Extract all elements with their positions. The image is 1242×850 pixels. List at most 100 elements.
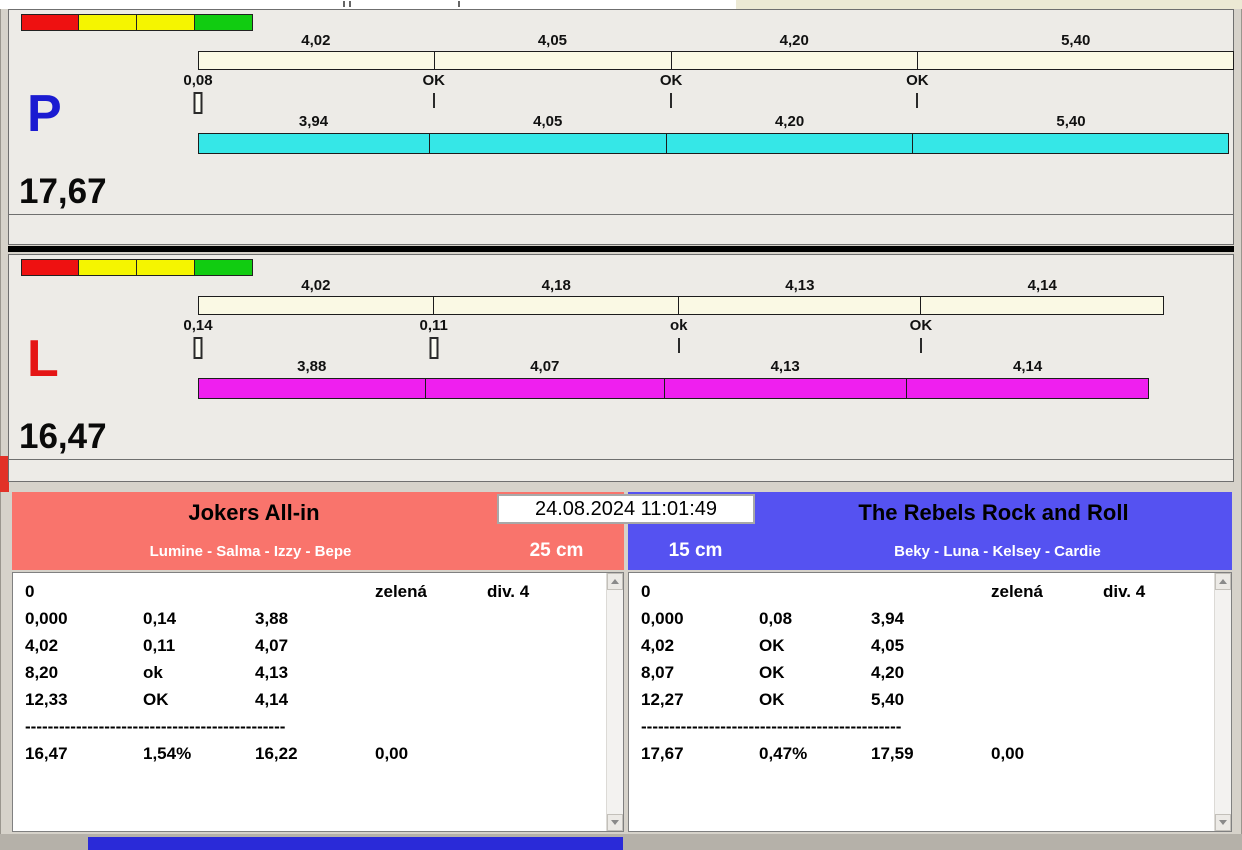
- gap-box-marker: [193, 92, 203, 114]
- result-cell: 0,000: [25, 609, 68, 628]
- result-text: 0 zelená div. 4 0,000 0,14 3,88 4,02 0,11 4,07 8,…: [13, 578, 605, 831]
- vertical-scrollbar[interactable]: [1214, 573, 1231, 831]
- team-members: Lumine - Salma - Izzy - Bepe: [149, 542, 352, 560]
- strip-tick: [458, 1, 460, 7]
- result-cell: ok: [143, 663, 163, 682]
- traffic-block: [195, 259, 253, 276]
- bar-segment: [199, 379, 427, 398]
- bar-segment: [434, 297, 680, 314]
- result-cell: [871, 578, 991, 605]
- result-line: 8,07 OK 4,20: [629, 659, 1213, 686]
- lane-panel-p: 4,02 4,05 4,20 5,40 0,08 OK OK OK 3,94 4,05 4,20…: [8, 9, 1234, 245]
- gap-tick-marker: [677, 338, 680, 353]
- gap-labels-row: 0,08 OK OK OK: [183, 72, 1234, 90]
- title-strip-right-block: [736, 0, 1242, 9]
- bar-segment: [665, 379, 907, 398]
- lane-footer-strip: [9, 214, 1233, 244]
- result-cell: 0,11: [143, 636, 176, 655]
- scroll-down-button[interactable]: [607, 814, 623, 831]
- gap-markers-row: [193, 336, 1234, 360]
- result-cell: 4,20: [871, 663, 905, 682]
- result-cell: [759, 578, 871, 605]
- gap-box-marker: [429, 337, 439, 359]
- segment-time-label: 4,05: [537, 32, 568, 49]
- split-bar: [198, 51, 1234, 70]
- result-cell: 4,05: [871, 636, 905, 655]
- gap-markers-row: [193, 91, 1234, 115]
- scroll-up-button[interactable]: [607, 573, 623, 590]
- segment-time-label: 4,14: [1013, 358, 1043, 375]
- gap-label: OK: [906, 72, 929, 89]
- scroll-down-button[interactable]: [1215, 814, 1231, 831]
- bar-segment: [435, 52, 672, 69]
- gap-label: OK: [422, 72, 445, 89]
- traffic-block: [21, 14, 79, 31]
- gap-label: 0,08: [183, 72, 213, 89]
- result-cell: zelená: [375, 582, 427, 601]
- result-cell: OK: [759, 663, 785, 682]
- bar-segment: [913, 134, 1228, 153]
- result-cell: 4,13: [255, 663, 289, 682]
- result-line: 0 zelená div. 4: [629, 578, 1213, 605]
- result-cell: 4,02: [641, 636, 675, 655]
- gap-tick-marker: [916, 93, 919, 108]
- result-line: 0,000 0,08 3,94: [629, 605, 1213, 632]
- result-text-panel: 0 zelená div. 4 0,000 0,14 3,88 4,02 0,11 4,07 8,…: [12, 572, 624, 832]
- traffic-block: [137, 259, 195, 276]
- result-cell: 0,08: [759, 609, 793, 628]
- segment-time-label: 4,05: [533, 113, 563, 130]
- vertical-scrollbar[interactable]: [606, 573, 623, 831]
- result-line: 12,33 OK 4,14: [13, 686, 605, 713]
- bar-segment: [430, 134, 668, 153]
- split-time-labels: 4,02 4,05 4,20 5,40: [198, 32, 1234, 50]
- chevron-up-icon: [1219, 579, 1227, 584]
- result-cell: 17,67: [641, 744, 684, 763]
- result-cell: 0,00: [375, 744, 409, 763]
- split-bar: [198, 296, 1234, 315]
- bar-segment: [199, 134, 430, 153]
- gap-tick-marker: [919, 338, 922, 353]
- segment-time-label: 4,13: [785, 277, 815, 294]
- jump-height-label: 15 cm: [668, 540, 723, 561]
- segment-time-label: 4,02: [301, 277, 331, 294]
- bar-segment: [921, 297, 1162, 314]
- traffic-light-blocks: [21, 14, 253, 31]
- scroll-up-button[interactable]: [1215, 573, 1231, 590]
- gap-label: OK: [909, 317, 933, 334]
- gap-label: 0,14: [183, 317, 213, 334]
- lane-total-time: 17,67: [19, 172, 107, 211]
- result-cell: OK: [143, 690, 169, 709]
- traffic-block: [195, 14, 253, 31]
- segment-time-label: 4,18: [541, 277, 571, 294]
- segment-time-label: 4,20: [774, 113, 805, 130]
- traffic-block: [79, 259, 137, 276]
- result-line: 0 zelená div. 4: [13, 578, 605, 605]
- traffic-light-blocks: [21, 259, 253, 276]
- segment-time-label: 4,02: [301, 32, 331, 49]
- app-window: 4,02 4,05 4,20 5,40 0,08 OK OK OK 3,94 4,05 4,20…: [0, 0, 1242, 850]
- result-cell: 0,00: [991, 744, 1025, 763]
- result-cell: 0: [641, 582, 651, 601]
- result-cell: 16,47: [25, 744, 68, 763]
- traffic-block: [79, 14, 137, 31]
- gap-label: 0,11: [419, 317, 448, 334]
- segment-time-label: 3,88: [297, 358, 327, 375]
- result-cell: 0: [25, 582, 35, 601]
- timestamp: 24.08.2024 11:01:49: [497, 494, 755, 524]
- result-cell: zelená: [991, 582, 1043, 601]
- run-time-labels: 3,94 4,05 4,20 5,40: [198, 113, 1234, 131]
- lane-total-time: 16,47: [19, 417, 107, 456]
- gap-label: ok: [670, 317, 688, 334]
- result-cell: 8,20: [25, 663, 59, 682]
- result-cell: 4,02: [25, 636, 59, 655]
- result-line: 8,20 ok 4,13: [13, 659, 605, 686]
- result-line: 4,02 OK 4,05: [629, 632, 1213, 659]
- chevron-down-icon: [611, 820, 619, 825]
- result-cell: 16,22: [255, 744, 298, 763]
- lane-panel-l: 4,02 4,18 4,13 4,14 0,14 0,11 ok OK 3,88 4,07 4,…: [8, 254, 1234, 482]
- lane-letter: L: [27, 330, 59, 388]
- team-members: Beky - Luna - Kelsey - Cardie: [894, 542, 1101, 560]
- bar-segment: [426, 379, 665, 398]
- result-cell: 12,27: [641, 690, 684, 709]
- lane-letter: P: [27, 85, 62, 143]
